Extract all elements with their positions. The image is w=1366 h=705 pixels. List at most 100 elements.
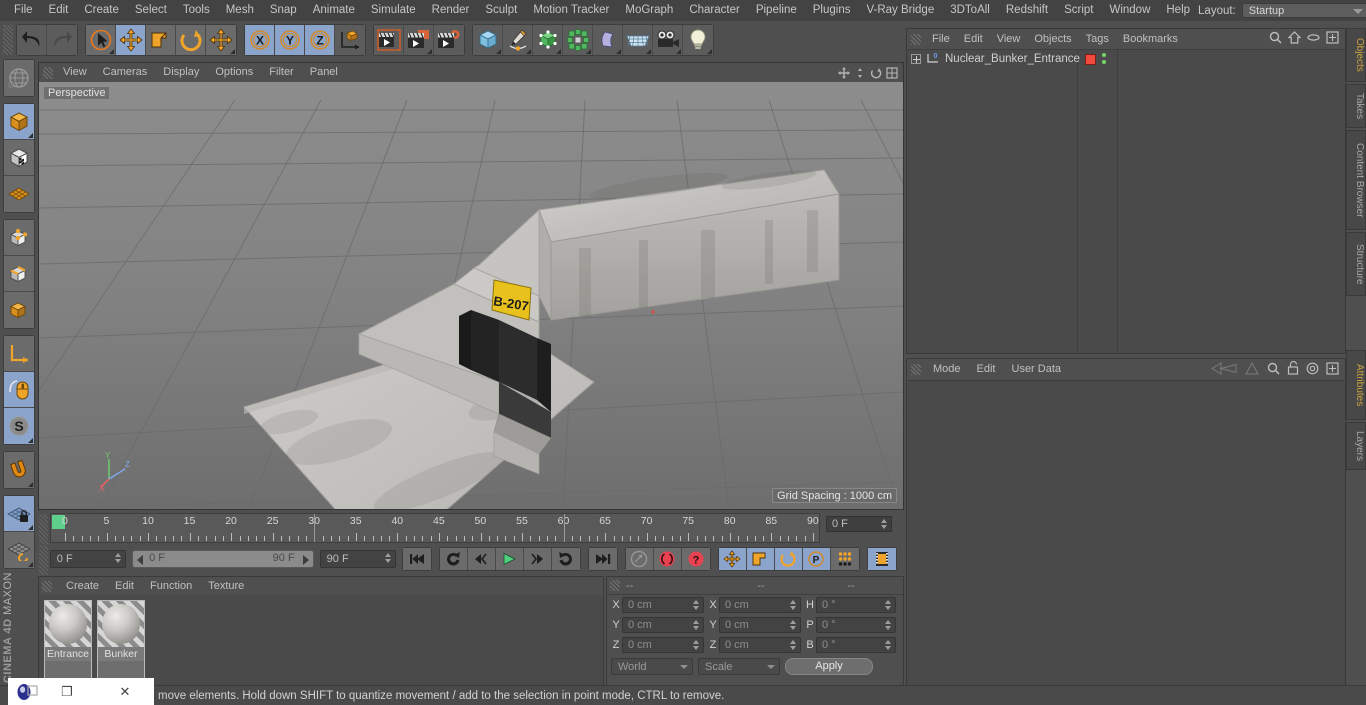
range-right-arrow-icon[interactable] — [302, 555, 309, 565]
workplane-rotate-button[interactable] — [4, 532, 34, 568]
key-parameter-button[interactable]: P — [802, 548, 831, 570]
range-left-arrow-icon[interactable] — [137, 555, 144, 565]
forward-nav-icon[interactable] — [1244, 361, 1260, 378]
soft-selection-button[interactable]: S — [4, 408, 34, 444]
timeline-current-frame-field[interactable]: 0 F — [826, 516, 892, 532]
object-menu-tags[interactable]: Tags — [1079, 29, 1116, 49]
menu-item-mograph[interactable]: MoGraph — [617, 0, 681, 21]
spline-pen-button[interactable] — [503, 25, 533, 55]
key-pla-button[interactable] — [830, 548, 859, 570]
timeline-toggle-button[interactable] — [867, 548, 896, 570]
play-button[interactable] — [495, 548, 524, 570]
toolbar-grip[interactable] — [3, 25, 13, 55]
material-menu-function[interactable]: Function — [142, 577, 200, 595]
menu-item-help[interactable]: Help — [1158, 0, 1198, 21]
material-menu-edit[interactable]: Edit — [107, 577, 142, 595]
menu-item-script[interactable]: Script — [1056, 0, 1101, 21]
step-forward-button[interactable] — [523, 548, 552, 570]
workplane-mode-button[interactable] — [4, 176, 34, 212]
side-tab-content-browser[interactable]: Content Browser — [1346, 130, 1366, 230]
object-menu-view[interactable]: View — [990, 29, 1028, 49]
key-rotation-button[interactable] — [774, 548, 803, 570]
menu-item-render[interactable]: Render — [424, 0, 478, 21]
lock-icon[interactable] — [1287, 360, 1299, 378]
timeline-grip[interactable] — [39, 514, 48, 544]
spinner-icon[interactable] — [693, 620, 700, 631]
viewport-menu-filter[interactable]: Filter — [261, 63, 301, 82]
autokeying-button[interactable] — [653, 548, 682, 570]
workplane-lock-button[interactable] — [4, 496, 34, 532]
pan-icon[interactable] — [838, 66, 850, 79]
object-tree[interactable]: 0 Nuclear_Bunker_Entrance — [907, 49, 1345, 353]
spinner-icon[interactable] — [790, 600, 797, 611]
step-back-button[interactable] — [467, 548, 496, 570]
menu-item-window[interactable]: Window — [1101, 0, 1158, 21]
viewport-menu-options[interactable]: Options — [207, 63, 261, 82]
spinner-icon[interactable] — [790, 640, 797, 651]
coord-rotation-h-input[interactable]: 0 ° — [816, 597, 896, 613]
render-region-button[interactable] — [404, 25, 434, 55]
preview-range-slider[interactable]: 0 F 90 F — [132, 550, 314, 568]
menu-item-snap[interactable]: Snap — [262, 0, 305, 21]
point-mode-button[interactable] — [4, 220, 34, 256]
material-menu-create[interactable]: Create — [58, 577, 107, 595]
menu-item-select[interactable]: Select — [127, 0, 175, 21]
spinner-icon[interactable] — [881, 519, 888, 530]
viewport-menu-panel[interactable]: Panel — [302, 63, 346, 82]
viewport-3d-canvas[interactable]: B-207 Perspective Grid Spacing : 1000 cm… — [39, 82, 903, 509]
spinner-icon[interactable] — [384, 553, 392, 564]
menu-item-pipeline[interactable]: Pipeline — [748, 0, 805, 21]
edge-mode-button[interactable] — [4, 256, 34, 292]
world-coordinate-button[interactable] — [335, 25, 365, 55]
object-menu-edit[interactable]: Edit — [957, 29, 990, 49]
previous-keyframe-button[interactable] — [439, 548, 468, 570]
ellipse-icon[interactable] — [1307, 31, 1320, 47]
polygon-mode-button[interactable] — [4, 292, 34, 328]
search-icon[interactable] — [1267, 362, 1280, 378]
magnet-button[interactable] — [4, 452, 34, 488]
side-tab-attributes[interactable]: Attributes — [1346, 350, 1366, 420]
key-position-button[interactable] — [718, 548, 747, 570]
redo-button[interactable] — [47, 25, 77, 55]
object-tree-row[interactable]: 0 Nuclear_Bunker_Entrance — [907, 50, 1345, 68]
y-axis-lock-button[interactable]: Y — [275, 25, 305, 55]
side-tab-takes[interactable]: Takes — [1346, 84, 1366, 128]
coord-rotation-p-input[interactable]: 0 ° — [816, 617, 896, 633]
attribute-menu-edit[interactable]: Edit — [969, 359, 1004, 380]
x-axis-lock-button[interactable]: X — [245, 25, 275, 55]
object-manager-grip[interactable] — [911, 33, 921, 45]
side-tab-layers[interactable]: Layers — [1346, 422, 1366, 470]
coordinate-mode-dropdown[interactable]: Scale — [698, 657, 780, 675]
camera-button[interactable] — [653, 25, 683, 55]
coord-position-y-input[interactable]: 0 cm — [622, 617, 704, 633]
home-icon[interactable] — [1287, 31, 1302, 47]
object-axis-button[interactable] — [4, 336, 34, 372]
coord-size-y-input[interactable]: 0 cm — [719, 617, 801, 633]
search-icon[interactable] — [1269, 31, 1282, 47]
attribute-menu-mode[interactable]: Mode — [925, 359, 969, 380]
expand-icon[interactable] — [1326, 31, 1339, 47]
menu-item-3dtoall[interactable]: 3DToAll — [942, 0, 998, 21]
coord-position-z-input[interactable]: 0 cm — [622, 637, 704, 653]
menu-item-mesh[interactable]: Mesh — [218, 0, 262, 21]
menu-item-vray-bridge[interactable]: V-Ray Bridge — [858, 0, 942, 21]
menu-item-plugins[interactable]: Plugins — [805, 0, 859, 21]
floor-environment-button[interactable] — [623, 25, 653, 55]
coord-rotation-b-input[interactable]: 0 ° — [816, 637, 896, 653]
visibility-dots-icon[interactable] — [1102, 53, 1106, 67]
side-tab-objects[interactable]: Objects — [1346, 28, 1366, 82]
object-menu-file[interactable]: File — [925, 29, 957, 49]
go-to-end-button[interactable] — [588, 548, 617, 570]
object-menu-objects[interactable]: Objects — [1027, 29, 1078, 49]
spinner-icon[interactable] — [115, 553, 122, 564]
model-mode-button[interactable] — [4, 104, 34, 140]
viewport-mouse-button[interactable] — [4, 372, 34, 408]
spinner-icon[interactable] — [693, 640, 700, 651]
render-view-button[interactable] — [374, 25, 404, 55]
transport-grip[interactable] — [39, 545, 48, 575]
nurbs-button[interactable] — [533, 25, 563, 55]
attribute-menu-user-data[interactable]: User Data — [1004, 359, 1070, 380]
attribute-content[interactable] — [907, 380, 1345, 687]
menu-item-animate[interactable]: Animate — [305, 0, 363, 21]
status-badge[interactable] — [1085, 54, 1096, 65]
